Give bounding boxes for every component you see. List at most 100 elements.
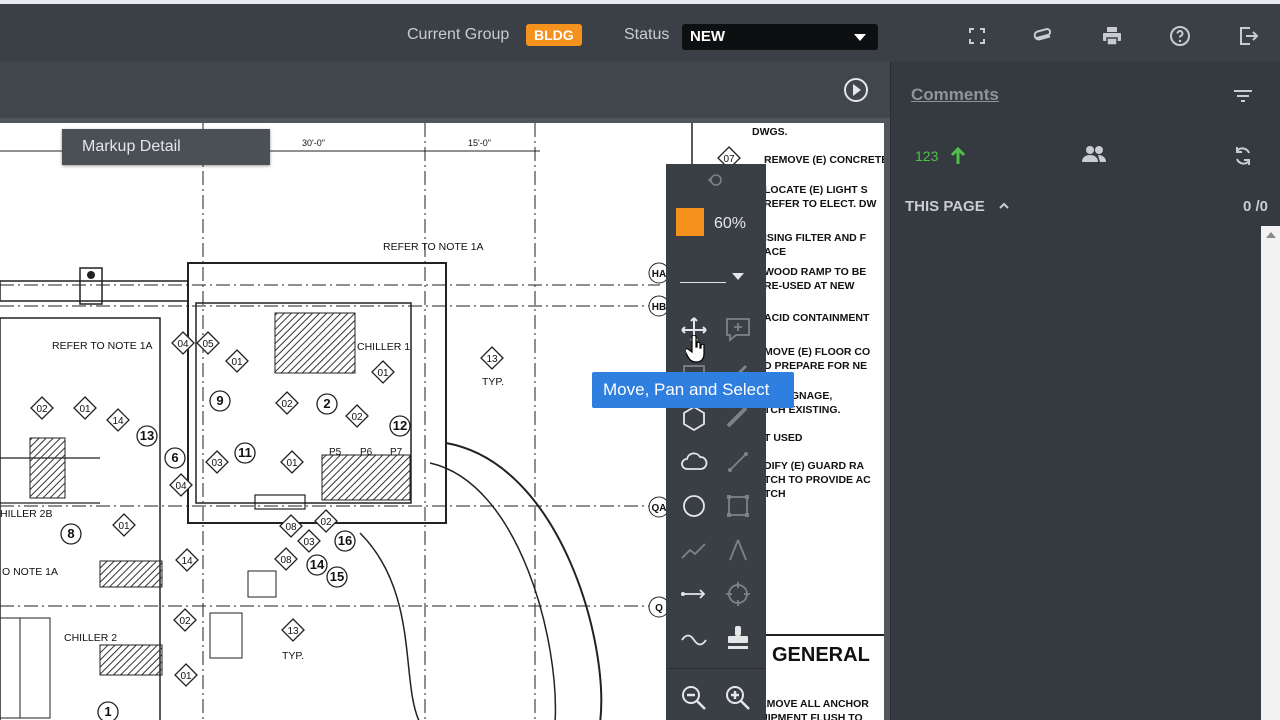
zoom-out-icon[interactable] <box>678 682 710 714</box>
print-icon[interactable] <box>1100 24 1124 48</box>
spec-note-line: T USED <box>764 432 803 444</box>
undo-icon[interactable] <box>700 166 732 194</box>
area-icon[interactable] <box>722 490 754 522</box>
spec-note-line: DIFY (E) GUARD RA <box>764 460 865 472</box>
tag-marker-label: 08 <box>285 522 297 533</box>
note-typ-2: TYP. <box>282 650 304 662</box>
grid-bubble-q: Q <box>655 603 663 614</box>
scroll-up-icon[interactable] <box>1266 232 1276 238</box>
chevron-up-icon[interactable] <box>998 200 1010 212</box>
toolbox-divider <box>666 668 766 669</box>
hand-cursor-icon <box>686 335 705 363</box>
opacity-value[interactable]: 60% <box>714 215 746 233</box>
spec-note-line: REMOVE ALL ANCHOR <box>752 698 869 710</box>
label-p7: P7 <box>390 447 403 458</box>
tag-marker-label: 8 <box>67 526 74 541</box>
spec-note-line: ACE <box>764 246 786 258</box>
tag-marker-label: 03 <box>303 537 315 548</box>
tag-marker-label: 13 <box>486 354 498 365</box>
color-swatch[interactable] <box>676 208 704 236</box>
markup-detail-tab[interactable]: Markup Detail <box>62 129 270 165</box>
arrow-up-icon[interactable] <box>949 146 967 166</box>
freehand-icon[interactable] <box>678 622 710 654</box>
stamp-icon[interactable] <box>722 622 754 654</box>
tag-marker-label: 02 <box>179 616 191 627</box>
spec-notes: DWGS. REMOVE (E) CONCRETE LOCATE (E) LIGHT… <box>752 126 884 720</box>
note-refer-1a-left: REFER TO NOTE 1A <box>52 340 153 352</box>
chevron-down-icon[interactable] <box>732 273 744 280</box>
note-refer-1a-top: REFER TO NOTE 1A <box>383 241 484 253</box>
tag-marker-label: 16 <box>338 533 352 548</box>
tag-marker-label: 03 <box>211 458 223 469</box>
note-typ-1: TYP. <box>482 376 504 388</box>
spec-note-line: DWGS. <box>752 126 788 138</box>
zoom-in-icon[interactable] <box>722 682 754 714</box>
spec-note-line: REMOVE (E) CONCRETE <box>764 154 884 166</box>
spec-note-line: D PREPARE FOR NE <box>764 360 867 372</box>
people-icon[interactable] <box>1081 144 1107 166</box>
tag-marker-label: 14 <box>181 556 193 567</box>
note-chiller-1: CHILLER 1 <box>357 341 410 353</box>
tag-marker-label: 02 <box>320 517 332 528</box>
spec-note-line: MOVE (E) FLOOR CO <box>764 346 870 358</box>
tag-marker-label: 15 <box>330 569 344 584</box>
tag-marker-label: 1 <box>104 704 111 719</box>
tag-marker-label: 04 <box>175 481 187 492</box>
comments-tab[interactable]: Comments <box>911 85 999 105</box>
refresh-icon[interactable] <box>1231 144 1255 168</box>
grid-bubble-ha: HA <box>652 269 666 280</box>
tag-marker-label: 9 <box>216 393 223 408</box>
comments-panel: Comments 123 THIS PAGE 0 /0 <box>890 62 1280 720</box>
circle-icon[interactable] <box>678 490 710 522</box>
tag-marker-label: 02 <box>351 412 363 423</box>
spec-note-line: TCH <box>764 488 786 500</box>
spec-note-line: WOOD RAMP TO BE <box>764 266 866 278</box>
line-icon[interactable] <box>722 446 754 478</box>
help-icon[interactable] <box>1168 24 1192 48</box>
tag-marker-label: 01 <box>377 368 389 379</box>
page-comment-count: 0 /0 <box>1242 198 1268 215</box>
dimension-15ft: 15'-0" <box>468 138 491 148</box>
fullscreen-icon[interactable] <box>965 24 989 48</box>
add-comment-icon[interactable] <box>722 314 754 346</box>
tag-marker-label: 11 <box>238 445 252 460</box>
this-page-label: THIS PAGE <box>905 198 985 215</box>
filter-icon[interactable] <box>1231 84 1255 108</box>
tag-marker-label: 14 <box>112 416 124 427</box>
exit-icon[interactable] <box>1236 24 1260 48</box>
line-style-picker[interactable] <box>680 282 726 283</box>
tag-marker-label: 08 <box>280 555 292 566</box>
comments-scrollbar[interactable] <box>1261 226 1280 720</box>
note-chiller-2b: HILLER 2B <box>0 508 53 520</box>
cloud-icon[interactable] <box>678 446 710 478</box>
spec-note-line: TCH TO PROVIDE AC <box>764 474 871 486</box>
attachment-icon[interactable] <box>1032 24 1056 48</box>
document-subbar <box>0 62 890 118</box>
count-icon[interactable] <box>722 578 754 610</box>
status-value: NEW <box>690 28 725 45</box>
note-refer-1a-bottom: O NOTE 1A <box>2 566 58 578</box>
spec-note-line: ACID CONTAINMENT <box>764 312 870 324</box>
current-group-badge[interactable]: BLDG <box>526 24 582 46</box>
grid-bubble-hb: HB <box>652 302 666 313</box>
status-label: Status <box>624 26 670 43</box>
status-dropdown[interactable]: NEW <box>682 24 878 50</box>
spec-note-line: ISING FILTER AND F <box>764 232 867 244</box>
polyline-icon[interactable] <box>678 534 710 566</box>
angle-icon[interactable] <box>722 534 754 566</box>
tag-markers: 04 05 01 01 02 9 2 02 12 13 02 01 14 13 6 03 11 01 04 8 01 14… <box>30 146 741 720</box>
general-notes-heading: GENERAL <box>772 644 870 666</box>
tag-marker-label: 05 <box>202 339 214 350</box>
tag-marker-label: 01 <box>180 671 192 682</box>
play-icon[interactable] <box>842 76 870 104</box>
top-toolbar: Current Group BLDG Status NEW <box>0 0 1280 62</box>
spec-note-line: REFER TO ELECT. DW <box>764 198 876 210</box>
tag-marker-label: 01 <box>231 357 243 368</box>
tag-marker-label: 01 <box>286 458 298 469</box>
tool-tooltip: Move, Pan and Select <box>592 372 794 408</box>
tag-marker-label: 14 <box>310 557 325 572</box>
tag-marker-label: 13 <box>140 428 154 443</box>
grid-bubble-qa: QA <box>652 503 667 514</box>
arrow-icon[interactable] <box>678 578 710 610</box>
label-p5: P5 <box>329 447 342 458</box>
